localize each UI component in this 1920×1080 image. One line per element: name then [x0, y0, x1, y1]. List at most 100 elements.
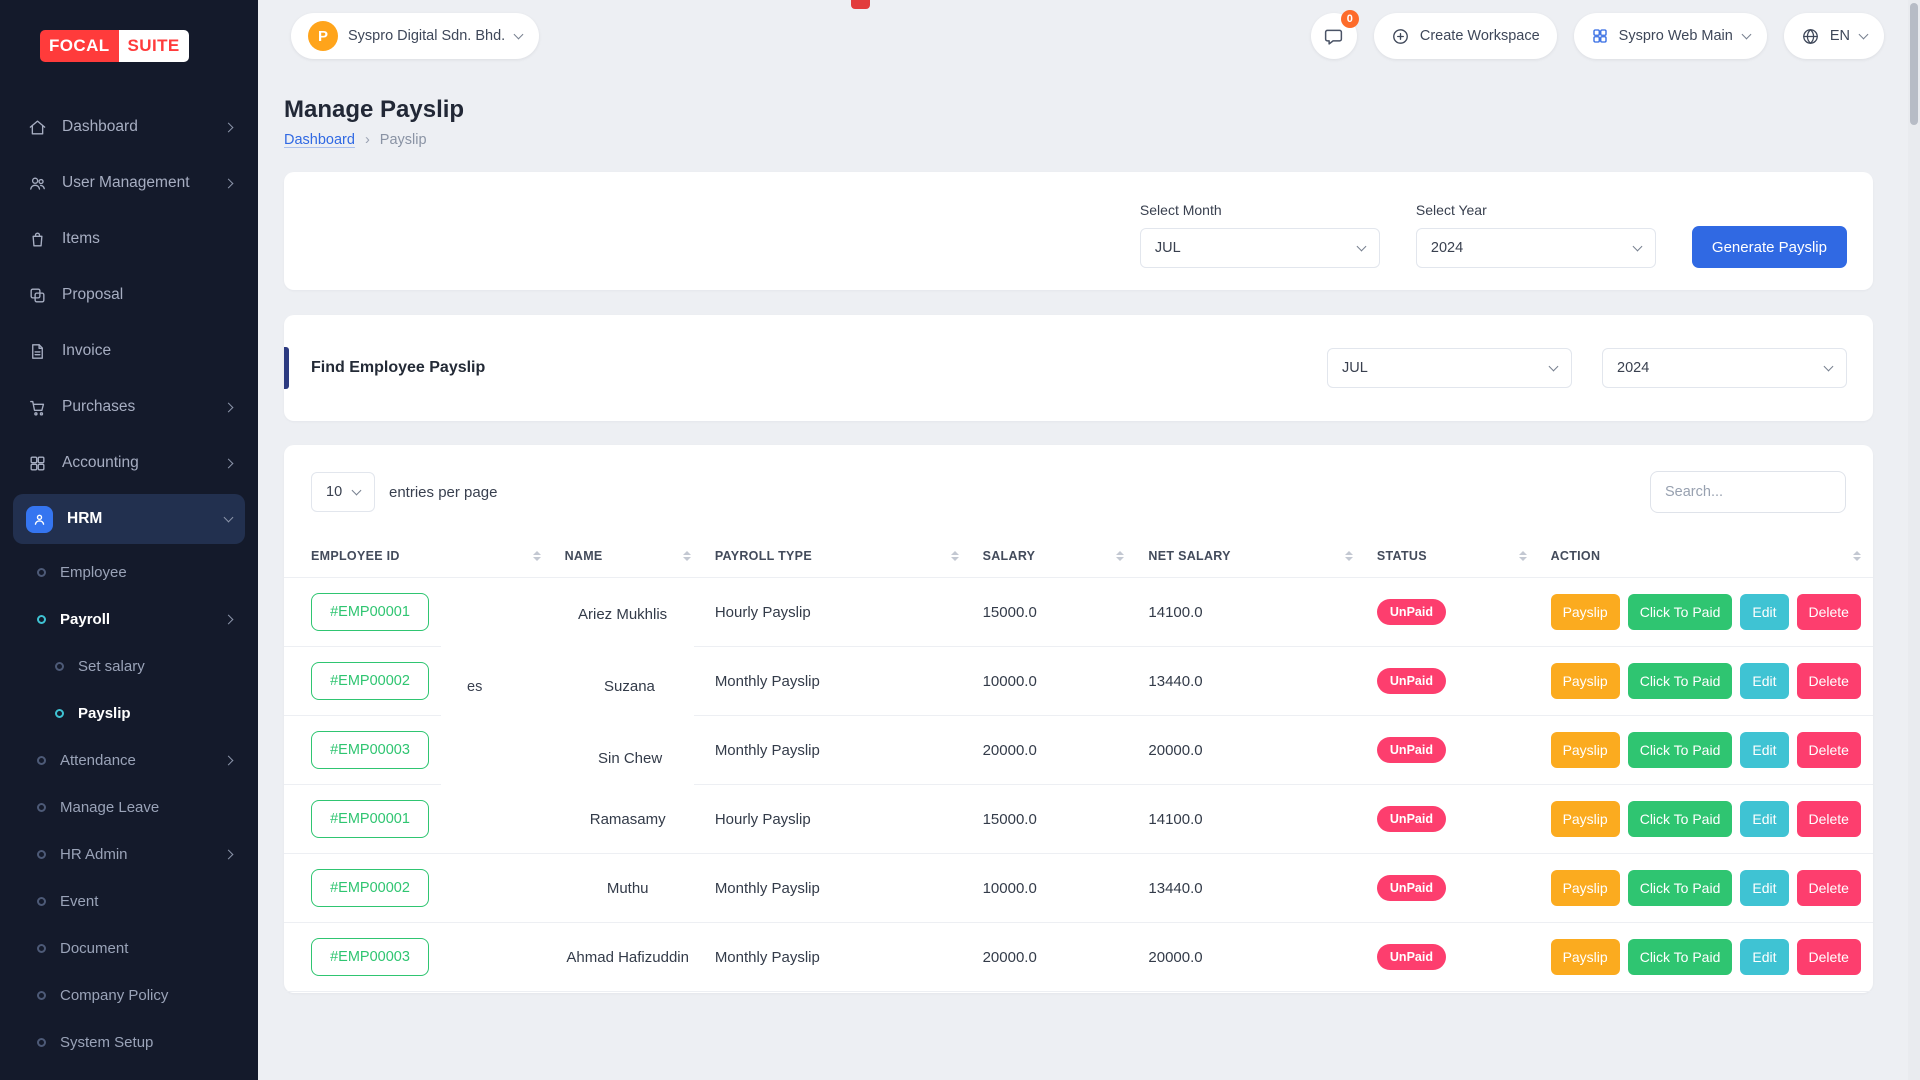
column-header-payroll-type[interactable]: PAYROLL TYPE [703, 535, 971, 578]
salary-cell: 10000.0 [971, 854, 1137, 923]
cart-icon [26, 396, 48, 418]
sidebar-item-invoice[interactable]: Invoice [13, 326, 245, 376]
employee-id-badge[interactable]: #EMP00003 [311, 731, 429, 769]
select-year-label: Select Year [1416, 202, 1656, 218]
edit-button[interactable]: Edit [1740, 732, 1788, 768]
app-logo[interactable]: FOCAL SUITE [40, 30, 258, 62]
edit-button[interactable]: Edit [1740, 663, 1788, 699]
column-header-action[interactable]: ACTION [1539, 535, 1873, 578]
click-to-paid-button[interactable]: Click To Paid [1628, 939, 1733, 975]
sidebar-item-company-policy[interactable]: Company Policy [13, 973, 245, 1017]
payslip-button[interactable]: Payslip [1551, 870, 1620, 906]
find-month-select[interactable]: JUL [1327, 348, 1572, 388]
page-size-select[interactable]: 10 [311, 472, 375, 512]
sidebar-item-user-management[interactable]: User Management [13, 158, 245, 208]
status-badge[interactable]: UnPaid [1377, 806, 1446, 832]
sidebar-item-proposal[interactable]: Proposal [13, 270, 245, 320]
sidebar-item-label: HRM [67, 510, 102, 528]
bullet-icon [37, 1038, 46, 1047]
sidebar-item-payslip[interactable]: Payslip [13, 691, 245, 735]
delete-button[interactable]: Delete [1797, 594, 1861, 630]
status-badge[interactable]: UnPaid [1377, 668, 1446, 694]
payslip-button[interactable]: Payslip [1551, 663, 1620, 699]
language-selector[interactable]: EN [1784, 13, 1884, 59]
sidebar-item-hrm[interactable]: HRM [13, 494, 245, 544]
edit-button[interactable]: Edit [1740, 801, 1788, 837]
create-workspace-button[interactable]: Create Workspace [1374, 13, 1557, 59]
payslip-button[interactable]: Payslip [1551, 801, 1620, 837]
payslip-button[interactable]: Payslip [1551, 939, 1620, 975]
sort-icon[interactable] [1519, 551, 1527, 561]
overlay-text-fragment: es [467, 679, 482, 695]
chevron-down-icon [1741, 30, 1751, 40]
sort-icon[interactable] [1345, 551, 1353, 561]
delete-button[interactable]: Delete [1797, 801, 1861, 837]
bullet-icon [37, 991, 46, 1000]
payslip-button[interactable]: Payslip [1551, 732, 1620, 768]
sidebar-item-attendance[interactable]: Attendance [13, 738, 245, 782]
year-select-value: 2024 [1431, 240, 1463, 256]
delete-button[interactable]: Delete [1797, 939, 1861, 975]
sidebar-item-document[interactable]: Document [13, 926, 245, 970]
sort-icon[interactable] [951, 551, 959, 561]
status-badge[interactable]: UnPaid [1377, 599, 1446, 625]
sort-icon[interactable] [1853, 551, 1861, 561]
vertical-scrollbar[interactable] [1908, 0, 1920, 1080]
table-row: #EMP00003 Ahmad Hafizuddin Monthly Paysl… [284, 923, 1873, 992]
find-year-select[interactable]: 2024 [1602, 348, 1847, 388]
column-header-net-salary[interactable]: NET SALARY [1136, 535, 1365, 578]
sidebar-item-employee[interactable]: Employee [13, 550, 245, 594]
app-selector[interactable]: Syspro Web Main [1574, 13, 1767, 59]
status-badge[interactable]: UnPaid [1377, 875, 1446, 901]
year-select[interactable]: 2024 [1416, 228, 1656, 268]
workspace-selector[interactable]: P Syspro Digital Sdn. Bhd. [291, 13, 539, 59]
delete-button[interactable]: Delete [1797, 732, 1861, 768]
chevron-down-icon [224, 513, 234, 523]
sidebar-item-accounting[interactable]: Accounting [13, 438, 245, 488]
status-badge[interactable]: UnPaid [1377, 737, 1446, 763]
net-salary-cell: 20000.0 [1136, 923, 1365, 992]
sidebar-item-hr-admin[interactable]: HR Admin [13, 832, 245, 876]
breadcrumb-dashboard-link[interactable]: Dashboard [284, 132, 355, 148]
chat-button[interactable]: 0 [1311, 13, 1357, 59]
click-to-paid-button[interactable]: Click To Paid [1628, 870, 1733, 906]
column-header-employee-id[interactable]: EMPLOYEE ID [284, 535, 553, 578]
column-header-name[interactable]: NAME [553, 535, 703, 578]
sort-icon[interactable] [683, 551, 691, 561]
sidebar-item-manage-leave[interactable]: Manage Leave [13, 785, 245, 829]
generate-payslip-button[interactable]: Generate Payslip [1692, 226, 1847, 268]
sidebar-item-system-setup[interactable]: System Setup [13, 1020, 245, 1064]
sidebar-item-purchases[interactable]: Purchases [13, 382, 245, 432]
delete-button[interactable]: Delete [1797, 870, 1861, 906]
sidebar-item-set-salary[interactable]: Set salary [13, 644, 245, 688]
column-header-status[interactable]: STATUS [1365, 535, 1539, 578]
click-to-paid-button[interactable]: Click To Paid [1628, 801, 1733, 837]
payslip-button[interactable]: Payslip [1551, 594, 1620, 630]
sort-icon[interactable] [533, 551, 541, 561]
click-to-paid-button[interactable]: Click To Paid [1628, 594, 1733, 630]
employee-id-badge[interactable]: #EMP00003 [311, 938, 429, 976]
month-select[interactable]: JUL [1140, 228, 1380, 268]
delete-button[interactable]: Delete [1797, 663, 1861, 699]
employee-id-badge[interactable]: #EMP00002 [311, 662, 429, 700]
sidebar-item-dashboard[interactable]: Dashboard [13, 102, 245, 152]
edit-button[interactable]: Edit [1740, 939, 1788, 975]
sort-icon[interactable] [1116, 551, 1124, 561]
sidebar-item-payroll[interactable]: Payroll [13, 597, 245, 641]
sidebar-item-event[interactable]: Event [13, 879, 245, 923]
click-to-paid-button[interactable]: Click To Paid [1628, 663, 1733, 699]
status-badge[interactable]: UnPaid [1377, 944, 1446, 970]
scrollbar-thumb[interactable] [1910, 3, 1918, 125]
sidebar-item-items[interactable]: Items [13, 214, 245, 264]
employee-id-badge[interactable]: #EMP00002 [311, 869, 429, 907]
search-input[interactable] [1650, 471, 1846, 513]
employee-id-badge[interactable]: #EMP00001 [311, 800, 429, 838]
column-header-salary[interactable]: SALARY [971, 535, 1137, 578]
employee-id-badge[interactable]: #EMP00001 [311, 593, 429, 631]
click-to-paid-button[interactable]: Click To Paid [1628, 732, 1733, 768]
edit-button[interactable]: Edit [1740, 870, 1788, 906]
sidebar-item-label: Attendance [60, 752, 136, 769]
name-cell: Sin Chew [598, 744, 662, 774]
generate-payslip-card: Select Month JUL Select Year 2024 Genera… [284, 172, 1873, 290]
edit-button[interactable]: Edit [1740, 594, 1788, 630]
